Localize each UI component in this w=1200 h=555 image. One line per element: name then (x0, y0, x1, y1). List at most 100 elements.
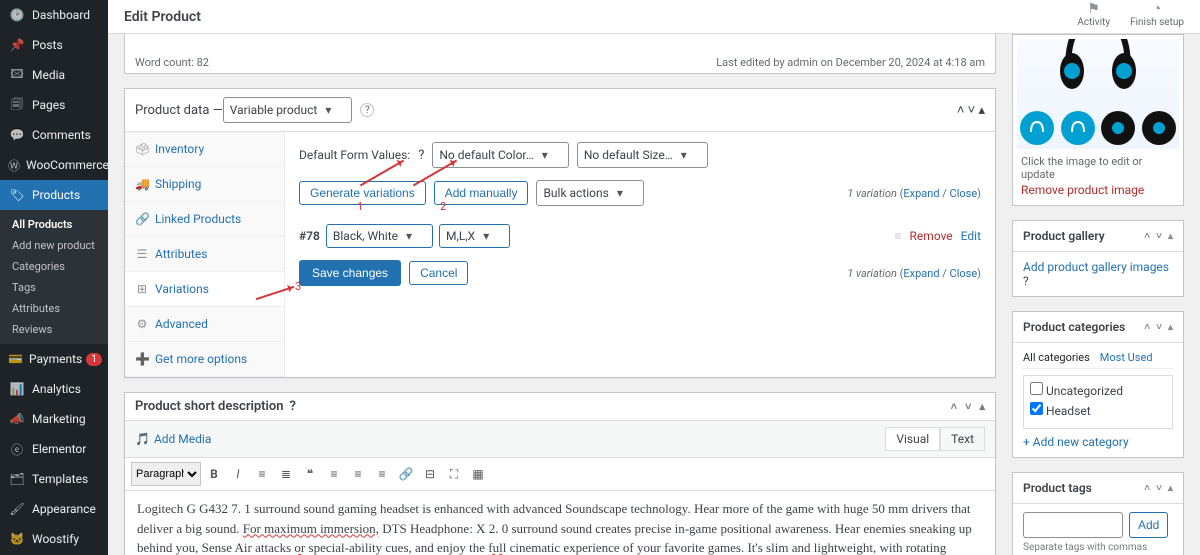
sidebar-item-appearance[interactable]: 🖌Appearance (0, 494, 108, 524)
default-size-select[interactable]: No default Size… (577, 142, 708, 168)
add-tag-button[interactable]: Add (1129, 512, 1168, 538)
product-image[interactable] (1017, 39, 1179, 149)
short-desc-help-icon[interactable]: ? (290, 399, 296, 414)
align-center-button[interactable]: ≡ (347, 463, 369, 485)
sub-reviews[interactable]: Reviews (0, 319, 108, 340)
add-category-link[interactable]: + Add new category (1023, 435, 1129, 449)
sidebar-item-elementor[interactable]: ⓔElementor (0, 434, 108, 464)
readmore-button[interactable]: ⊟ (419, 463, 441, 485)
product-type-select[interactable]: Variable product (223, 97, 353, 123)
numbered-list-button[interactable]: ≣ (275, 463, 297, 485)
cat-uncategorized[interactable]: Uncategorized (1030, 382, 1166, 398)
finish-setup-link[interactable]: ◔Finish setup (1130, 0, 1184, 28)
variation-size-select[interactable]: M,L,X (439, 224, 510, 248)
sidebar-item-analytics[interactable]: 📊Analytics (0, 374, 108, 404)
box-up-icon[interactable]: ˄ (957, 103, 965, 118)
cat-headset[interactable]: Headset (1030, 402, 1166, 418)
variation-row: #78 Black, White M,L,X ≡ Remove Edit (299, 218, 981, 254)
uncategorized-checkbox[interactable] (1030, 382, 1043, 395)
format-select[interactable]: Paragraph (131, 462, 201, 486)
tab-variations[interactable]: ⊞Variations (125, 272, 284, 307)
tag-input[interactable] (1023, 512, 1123, 538)
sidebar-item-pages[interactable]: 🗐Pages (0, 90, 108, 120)
text-tab[interactable]: Text (940, 427, 985, 451)
product-data-tabs: 🗳Inventory 🚚Shipping 🔗Linked Products ☰A… (125, 132, 285, 377)
edit-variation-link[interactable]: Edit (961, 229, 981, 243)
remove-variation-link[interactable]: Remove (910, 229, 953, 243)
sidebar-item-media[interactable]: 🖾Media (0, 60, 108, 90)
most-used-tab[interactable]: Most Used (1100, 351, 1153, 364)
expand-link-bottom[interactable]: Expand (903, 267, 939, 280)
italic-button[interactable]: I (227, 463, 249, 485)
categories-heading: Product categories (1023, 320, 1125, 334)
all-categories-tab[interactable]: All categories (1023, 351, 1090, 364)
sub-attributes[interactable]: Attributes (0, 298, 108, 319)
box-up-icon[interactable]: ˄ (1144, 483, 1150, 494)
bold-button[interactable]: B (203, 463, 225, 485)
bulk-actions-select[interactable]: Bulk actions (536, 180, 643, 206)
woocommerce-icon: Ⓦ (8, 156, 20, 174)
box-toggle-icon[interactable]: ▴ (1168, 322, 1173, 333)
headset-checkbox[interactable] (1030, 402, 1043, 415)
box-toggle-icon[interactable]: ▴ (1168, 483, 1173, 494)
activity-link[interactable]: ⚑Activity (1077, 1, 1110, 28)
box-down-icon[interactable]: ˅ (968, 103, 976, 118)
variation-color-select[interactable]: Black, White (326, 224, 433, 248)
box-up-icon[interactable]: ˄ (951, 400, 957, 413)
product-tags-box: Product tags˄˅▴ Add Separate tags with c… (1012, 472, 1184, 555)
save-changes-button[interactable]: Save changes (299, 260, 401, 286)
sidebar-item-woocommerce[interactable]: ⓌWooCommerce (0, 150, 108, 180)
box-up-icon[interactable]: ˄ (1144, 322, 1150, 333)
box-toggle-icon[interactable]: ▴ (1168, 231, 1173, 242)
product-type-help-icon[interactable]: ? (360, 103, 374, 117)
align-left-button[interactable]: ≡ (323, 463, 345, 485)
sidebar-item-payments[interactable]: 💳Payments1 (0, 344, 108, 374)
elementor-icon: ⓔ (8, 440, 26, 458)
box-down-icon[interactable]: ˅ (1156, 231, 1162, 242)
bullet-list-button[interactable]: ≡ (251, 463, 273, 485)
close-link-bottom[interactable]: Close (950, 267, 978, 280)
add-gallery-link[interactable]: Add product gallery images (1023, 260, 1169, 274)
sub-categories[interactable]: Categories (0, 256, 108, 277)
add-media-button[interactable]: 🎵Add Media (135, 432, 211, 446)
cancel-button[interactable]: Cancel (409, 261, 468, 285)
close-link[interactable]: Close (950, 187, 978, 200)
tab-advanced[interactable]: ⚙Advanced (125, 307, 284, 342)
box-toggle-icon[interactable]: ▴ (979, 400, 985, 413)
editor-content[interactable]: Logitech G G432 7. 1 surround sound gami… (125, 491, 995, 555)
drag-handle-icon[interactable]: ≡ (895, 229, 902, 243)
sidebar-item-dashboard[interactable]: 🕑Dashboard (0, 0, 108, 30)
align-right-button[interactable]: ≡ (371, 463, 393, 485)
fullscreen-button[interactable]: ⛶ (443, 463, 465, 485)
sidebar-item-woostify[interactable]: 🐱Woostify (0, 524, 108, 554)
default-help-icon[interactable]: ? (418, 148, 424, 163)
sidebar-item-marketing[interactable]: 📣Marketing (0, 404, 108, 434)
visual-tab[interactable]: Visual (885, 427, 940, 451)
tab-inventory[interactable]: 🗳Inventory (125, 132, 284, 167)
toolbar-toggle-button[interactable]: ▦ (467, 463, 489, 485)
sidebar-item-products[interactable]: 🏷Products (0, 180, 108, 210)
box-down-icon[interactable]: ˅ (1156, 483, 1162, 494)
sub-all-products[interactable]: All Products (0, 214, 108, 235)
box-toggle-icon[interactable]: ▴ (978, 103, 985, 118)
blockquote-button[interactable]: ❝ (299, 463, 321, 485)
add-manually-button[interactable]: Add manually (434, 181, 529, 205)
sidebar-item-templates[interactable]: 🗂Templates (0, 464, 108, 494)
link-button[interactable]: 🔗 (395, 463, 417, 485)
variation-count: 1 variation (Expand / Close) (847, 187, 981, 200)
sub-add-new[interactable]: Add new product (0, 235, 108, 256)
box-up-icon[interactable]: ˄ (1144, 231, 1150, 242)
sidebar-item-posts[interactable]: 📌Posts (0, 30, 108, 60)
box-down-icon[interactable]: ˅ (965, 400, 971, 413)
sidebar-item-comments[interactable]: 💬Comments (0, 120, 108, 150)
remove-image-link[interactable]: Remove product image (1017, 183, 1179, 201)
editor-status-bar: Word count: 82 Last edited by admin on D… (124, 34, 996, 74)
expand-link[interactable]: Expand (903, 187, 939, 200)
box-down-icon[interactable]: ˅ (1156, 322, 1162, 333)
tab-get-more[interactable]: ➕Get more options (125, 342, 284, 377)
sub-tags[interactable]: Tags (0, 277, 108, 298)
tab-linked[interactable]: 🔗Linked Products (125, 202, 284, 237)
tab-attributes[interactable]: ☰Attributes (125, 237, 284, 272)
tab-shipping[interactable]: 🚚Shipping (125, 167, 284, 202)
gallery-help-icon[interactable]: ? (1023, 274, 1029, 288)
